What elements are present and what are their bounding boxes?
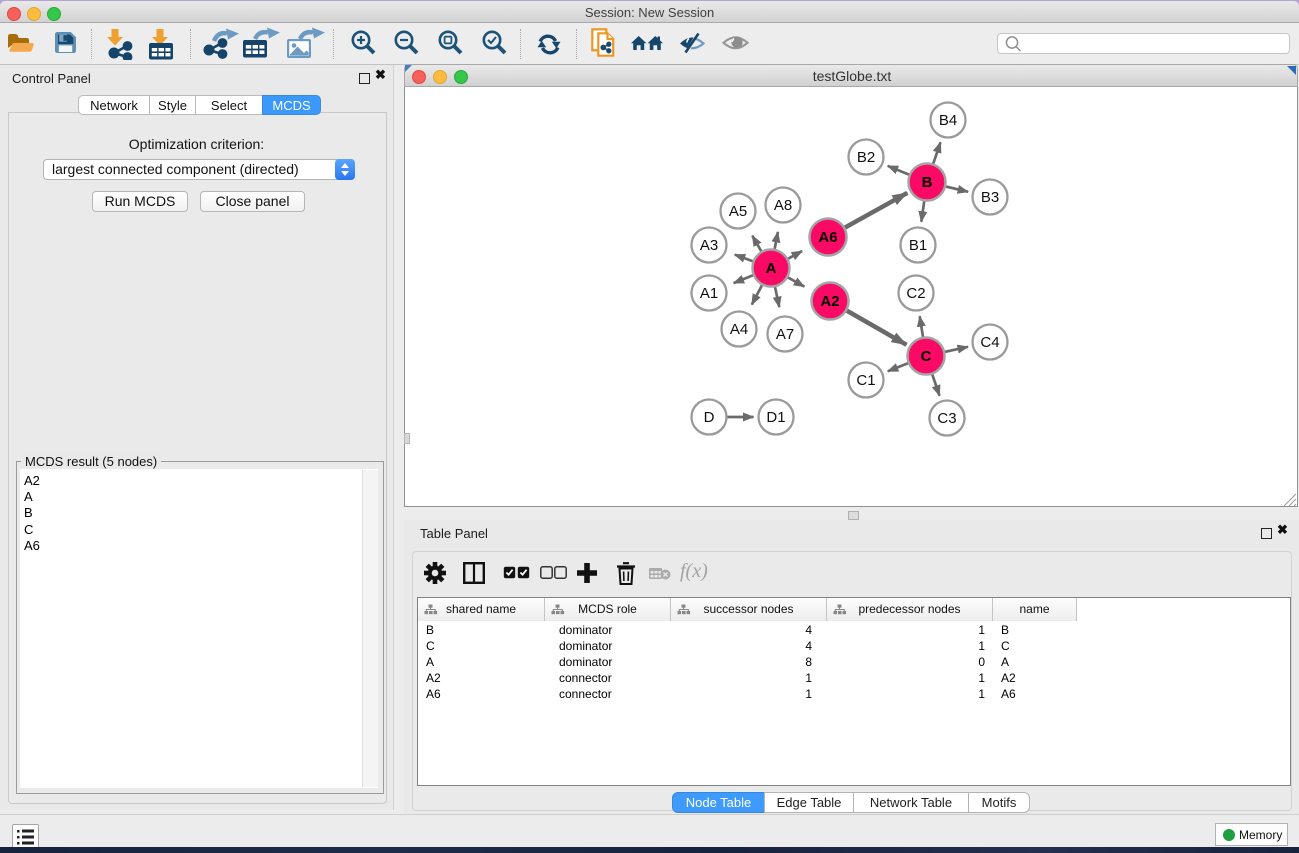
svg-text:B3: B3 [981, 189, 999, 206]
svg-text:A7: A7 [776, 326, 794, 343]
svg-text:B1: B1 [909, 237, 927, 254]
svg-text:C1: C1 [856, 372, 875, 389]
svg-text:C3: C3 [937, 410, 956, 427]
svg-text:C: C [921, 348, 932, 365]
svg-text:C2: C2 [906, 285, 925, 302]
svg-text:D1: D1 [766, 409, 785, 426]
svg-text:A5: A5 [729, 203, 747, 220]
svg-text:A2: A2 [820, 293, 839, 310]
svg-text:A3: A3 [700, 237, 718, 254]
svg-text:B2: B2 [857, 149, 875, 166]
svg-text:A1: A1 [700, 285, 718, 302]
svg-text:B4: B4 [939, 112, 957, 129]
svg-text:A4: A4 [730, 321, 748, 338]
svg-text:D: D [704, 409, 715, 426]
svg-text:A: A [766, 260, 777, 277]
svg-text:A6: A6 [818, 229, 837, 246]
svg-text:A8: A8 [774, 197, 792, 214]
svg-text:B: B [922, 174, 933, 191]
svg-text:C4: C4 [980, 334, 999, 351]
